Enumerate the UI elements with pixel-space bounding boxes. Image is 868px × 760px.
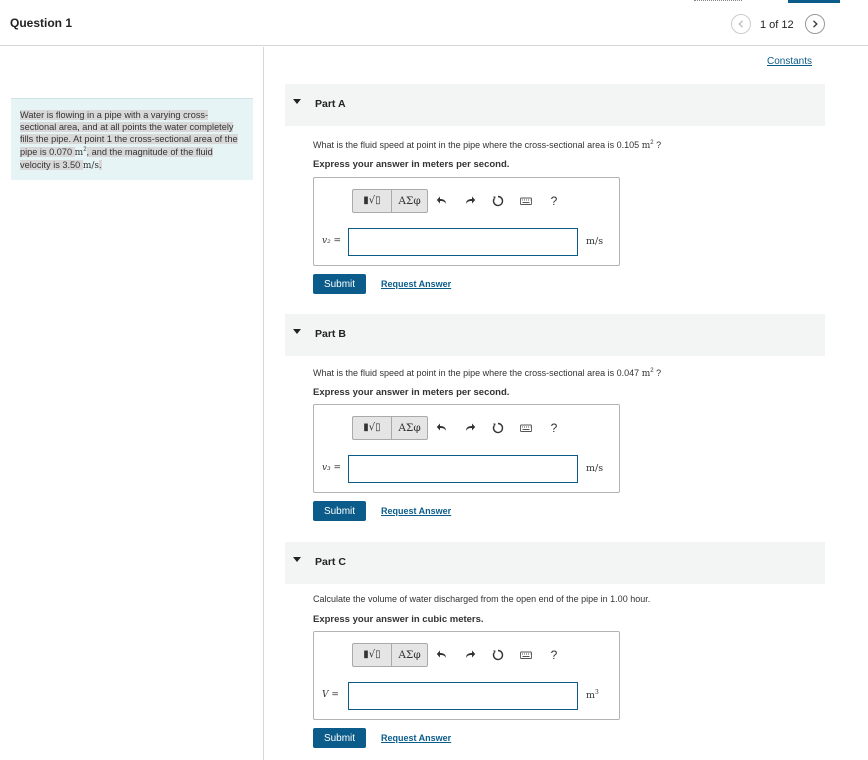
help-button[interactable]: ? — [540, 189, 568, 213]
part-a-toolbar: ▮√▯ ΑΣφ ? — [352, 188, 568, 213]
reset-icon — [492, 649, 504, 660]
part-c-answer-box: ▮√▯ ΑΣφ ? V = m3 — [313, 631, 620, 720]
part-b-question: What is the fluid speed at point in the … — [313, 368, 662, 379]
part-b-question-text: What is the fluid speed at point in the … — [313, 368, 642, 378]
part-b-question-tail: ? — [653, 368, 662, 378]
part-b-submit-button[interactable]: Submit — [313, 501, 366, 521]
redo-button[interactable] — [456, 416, 484, 440]
part-b-label: Part B — [315, 328, 346, 340]
undo-icon — [436, 650, 446, 658]
redo-button[interactable] — [456, 643, 484, 667]
header-decoration — [694, 0, 742, 2]
part-c-header[interactable]: Part C — [285, 542, 825, 584]
part-a-question-tail: ? — [653, 140, 662, 150]
part-a-submit-button[interactable]: Submit — [313, 274, 366, 294]
part-a-question-unit: m — [641, 141, 651, 151]
undo-button[interactable] — [428, 416, 456, 440]
chevron-left-icon — [738, 20, 743, 28]
next-question-button[interactable] — [805, 14, 825, 34]
keyboard-icon — [520, 197, 532, 205]
reset-icon — [492, 195, 504, 206]
undo-icon — [436, 423, 446, 431]
problem-text-3: . — [99, 159, 102, 170]
keyboard-button[interactable] — [512, 189, 540, 213]
part-b-question-unit: m — [641, 369, 651, 379]
part-b-answer-box: ▮√▯ ΑΣφ ? v₃ = m/s — [313, 404, 620, 493]
previous-question-button[interactable] — [731, 14, 751, 34]
part-a-answer-box: ▮√▯ ΑΣφ ? v₂ = m/s — [313, 177, 620, 266]
part-a-question: What is the fluid speed at point in the … — [313, 140, 662, 151]
part-b-header[interactable]: Part B — [285, 314, 825, 356]
question-pager: 1 of 12 — [760, 19, 794, 31]
part-c-question: Calculate the volume of water discharged… — [313, 594, 651, 604]
redo-button[interactable] — [456, 189, 484, 213]
part-b-unit: m/s — [586, 463, 604, 474]
part-c-instruction: Express your answer in cubic meters. — [313, 614, 484, 625]
redo-icon — [466, 650, 476, 658]
problem-statement: Water is flowing in a pipe with a varyin… — [11, 98, 253, 180]
collapse-triangle-icon — [293, 99, 301, 104]
question-header: Question 1 1 of 12 — [0, 0, 868, 46]
help-button[interactable]: ? — [540, 643, 568, 667]
help-button[interactable]: ? — [540, 416, 568, 440]
part-b-request-answer-link[interactable]: Request Answer — [381, 506, 451, 516]
undo-icon — [436, 196, 446, 204]
part-a-request-answer-link[interactable]: Request Answer — [381, 279, 451, 289]
part-c-unit-text: m — [586, 690, 596, 701]
chevron-right-icon — [813, 20, 818, 28]
part-c-label: Part C — [315, 556, 346, 568]
part-c-answer-input[interactable] — [348, 682, 578, 710]
templates-button[interactable]: ▮√▯ — [352, 642, 392, 667]
templates-button[interactable]: ▮√▯ — [352, 415, 392, 440]
part-c-variable-label: V = — [322, 690, 339, 700]
problem-panel: Water is flowing in a pipe with a varyin… — [0, 47, 264, 760]
part-c-submit-button[interactable]: Submit — [313, 728, 366, 748]
part-a-instruction: Express your answer in meters per second… — [313, 159, 510, 170]
greek-symbols-button[interactable]: ΑΣφ — [392, 642, 428, 667]
part-a-answer-input[interactable] — [348, 228, 578, 256]
constants-link[interactable]: Constants — [767, 56, 812, 67]
part-a-variable-label: v₂ = — [322, 236, 342, 246]
reset-button[interactable] — [484, 416, 512, 440]
reset-button[interactable] — [484, 643, 512, 667]
header-accent-bar — [788, 0, 840, 3]
part-a-label: Part A — [315, 98, 346, 110]
undo-button[interactable] — [428, 643, 456, 667]
keyboard-button[interactable] — [512, 643, 540, 667]
part-b-toolbar: ▮√▯ ΑΣφ ? — [352, 415, 568, 440]
undo-button[interactable] — [428, 189, 456, 213]
collapse-triangle-icon — [293, 329, 301, 334]
redo-icon — [466, 423, 476, 431]
area-unit: m — [74, 147, 84, 158]
part-c-toolbar: ▮√▯ ΑΣφ ? — [352, 642, 568, 667]
templates-button[interactable]: ▮√▯ — [352, 188, 392, 213]
part-c-unit: m3 — [586, 688, 599, 701]
reset-icon — [492, 422, 504, 433]
keyboard-icon — [520, 651, 532, 659]
part-a-question-text: What is the fluid speed at point in the … — [313, 140, 642, 150]
greek-symbols-button[interactable]: ΑΣφ — [392, 415, 428, 440]
velocity-unit: m/s — [82, 160, 99, 171]
keyboard-button[interactable] — [512, 416, 540, 440]
part-b-variable-label: v₃ = — [322, 463, 342, 473]
part-b-answer-input[interactable] — [348, 455, 578, 483]
part-b-instruction: Express your answer in meters per second… — [313, 387, 510, 398]
part-a-unit: m/s — [586, 236, 604, 247]
keyboard-icon — [520, 424, 532, 432]
part-c-request-answer-link[interactable]: Request Answer — [381, 733, 451, 743]
collapse-triangle-icon — [293, 557, 301, 562]
question-title: Question 1 — [10, 16, 73, 30]
greek-symbols-button[interactable]: ΑΣφ — [392, 188, 428, 213]
reset-button[interactable] — [484, 189, 512, 213]
part-a-header[interactable]: Part A — [285, 84, 825, 126]
redo-icon — [466, 196, 476, 204]
